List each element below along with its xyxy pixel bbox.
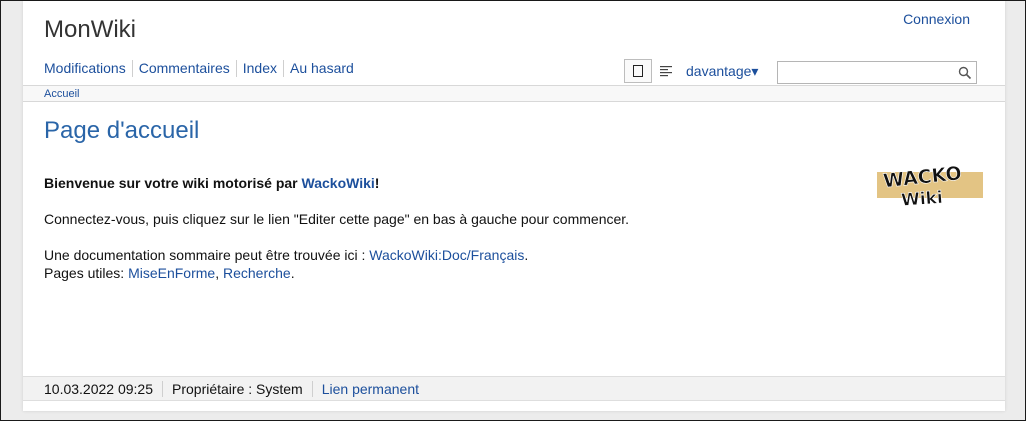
useful-sep: , bbox=[215, 265, 223, 281]
doc-suffix: . bbox=[524, 247, 529, 263]
useful-text: Pages utiles: bbox=[44, 265, 129, 281]
footer-datetime: 10.03.2022 09:25 bbox=[44, 380, 153, 397]
docs-paragraph: Une documentation sommaire peut être tro… bbox=[44, 246, 844, 282]
miseenforme-link[interactable]: MiseEnForme bbox=[128, 265, 215, 281]
breadcrumb-home[interactable]: Accueil bbox=[44, 88, 79, 100]
main-nav: Modifications Commentaires Index Au hasa… bbox=[44, 60, 360, 77]
toc-icon bbox=[660, 66, 672, 77]
view-tools: davantage▾ bbox=[624, 59, 758, 83]
login-link[interactable]: Connexion bbox=[903, 11, 970, 27]
doc-link[interactable]: WackoWiki:Doc/Français bbox=[369, 247, 524, 263]
page-view-button[interactable] bbox=[624, 59, 652, 83]
logo-text-wiki: Wiki bbox=[900, 188, 943, 211]
site-title[interactable]: MonWiki bbox=[44, 16, 136, 44]
wackowiki-link[interactable]: WackoWiki bbox=[302, 175, 375, 191]
page-view-icon bbox=[633, 65, 643, 77]
welcome-suffix: ! bbox=[374, 175, 380, 191]
permalink-link[interactable]: Lien permanent bbox=[322, 381, 419, 397]
doc-text: Une documentation sommaire peut être tro… bbox=[44, 247, 370, 263]
welcome-text: Bienvenue sur votre wiki motorisé par bbox=[44, 175, 302, 191]
recherche-link[interactable]: Recherche bbox=[223, 265, 291, 281]
nav-item-modifications[interactable]: Modifications bbox=[44, 60, 132, 77]
nav-item-index[interactable]: Index bbox=[235, 60, 283, 77]
instructions-paragraph: Connectez-vous, puis cliquez sur le lien… bbox=[44, 211, 630, 227]
page-footer: 10.03.2022 09:25 Propriétaire : System L… bbox=[23, 376, 1005, 401]
search-icon[interactable] bbox=[958, 66, 972, 80]
welcome-paragraph: Bienvenue sur votre wiki motorisé par Wa… bbox=[44, 174, 844, 192]
footer-permalink-wrap: Lien permanent bbox=[311, 380, 428, 397]
useful-suffix: . bbox=[290, 265, 295, 281]
nav-item-random[interactable]: Au hasard bbox=[282, 60, 360, 77]
breadcrumb: Accueil bbox=[23, 85, 1005, 102]
page-title: Page d'accueil bbox=[44, 117, 200, 144]
search-input[interactable] bbox=[782, 63, 956, 84]
search-box bbox=[777, 61, 977, 84]
footer-owner: Propriétaire : System bbox=[162, 380, 312, 397]
wackowiki-logo: WACKO Wiki bbox=[877, 162, 983, 211]
nav-item-comments[interactable]: Commentaires bbox=[131, 60, 236, 77]
page-content: Bienvenue sur votre wiki motorisé par Wa… bbox=[44, 174, 844, 300]
page-container: MonWiki Connexion Modifications Commenta… bbox=[23, 1, 1005, 411]
more-menu[interactable]: davantage▾ bbox=[686, 63, 758, 80]
toc-view-button[interactable] bbox=[652, 59, 680, 83]
